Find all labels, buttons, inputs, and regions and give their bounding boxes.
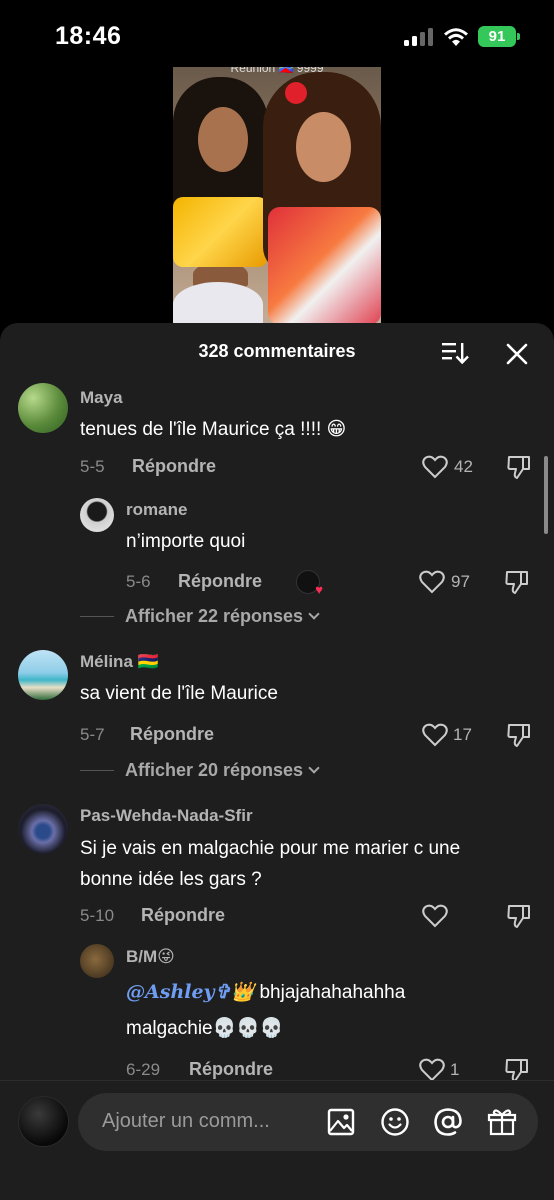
- comment-input[interactable]: Ajouter un comm...: [78, 1093, 538, 1151]
- comment-author[interactable]: B/M😜: [126, 947, 175, 967]
- reply-button[interactable]: Répondre: [178, 571, 262, 592]
- scrollbar[interactable]: [544, 456, 548, 534]
- avatar[interactable]: [80, 498, 114, 532]
- wifi-icon: [444, 28, 468, 46]
- close-icon[interactable]: [504, 341, 530, 367]
- show-replies-button[interactable]: Afficher 20 réponses: [125, 760, 320, 781]
- show-replies-button[interactable]: Afficher 22 réponses: [125, 606, 320, 627]
- comment-author[interactable]: Mélina 🇲🇺: [80, 652, 159, 672]
- mention-icon[interactable]: [433, 1107, 463, 1137]
- comment-text: sa vient de l'île Maurice: [80, 683, 278, 704]
- comment-text: tenues de l'île Maurice ça !!!! 😁: [80, 419, 347, 440]
- reply-button[interactable]: Répondre: [130, 724, 214, 745]
- comments-count-title: 328 commentaires: [198, 341, 356, 361]
- flower-icon: [285, 82, 307, 104]
- avatar[interactable]: [80, 944, 114, 978]
- like-count: 97: [451, 572, 470, 591]
- heart-icon[interactable]: [422, 904, 448, 928]
- avatar[interactable]: [18, 383, 68, 433]
- dislike-icon[interactable]: [506, 903, 532, 929]
- creator-liked-badge: [296, 570, 323, 597]
- signal-icon: [404, 28, 434, 46]
- comment-input-bar: Ajouter un comm...: [0, 1080, 554, 1200]
- heart-icon[interactable]: [419, 570, 445, 594]
- avatar[interactable]: [18, 804, 68, 854]
- like-count: 1: [450, 1060, 460, 1079]
- image-icon[interactable]: [326, 1107, 356, 1137]
- comment-text: @Ashley✞👑 bhjajahahahahha: [126, 981, 406, 1003]
- video-preview[interactable]: Réunion 🇷🇪 9999: [173, 67, 381, 325]
- comment-date: 5-6: [126, 572, 151, 591]
- chevron-down-icon: [308, 608, 320, 620]
- status-bar: 18:46 91: [0, 0, 554, 70]
- mention-link[interactable]: @Ashley✞👑: [126, 981, 254, 1003]
- avatar[interactable]: [18, 650, 68, 700]
- comment-text: bonne idée les gars ?: [80, 869, 262, 890]
- divider: [80, 770, 114, 771]
- user-avatar[interactable]: [18, 1096, 69, 1147]
- sheet-header: 328 commentaires: [0, 323, 554, 379]
- comment-date: 6-29: [126, 1060, 161, 1079]
- status-time: 18:46: [55, 22, 122, 50]
- comment-date: 5-7: [80, 725, 105, 744]
- heart-icon[interactable]: [419, 1058, 445, 1082]
- like-count: 17: [453, 725, 472, 744]
- gift-icon[interactable]: [487, 1107, 517, 1137]
- reply-button[interactable]: Répondre: [132, 456, 216, 477]
- chevron-down-icon: [308, 762, 320, 774]
- comment-date: 5-5: [80, 457, 105, 476]
- emoji-icon[interactable]: [380, 1107, 410, 1137]
- comment-date: 5-10: [80, 906, 115, 925]
- dislike-icon[interactable]: [506, 454, 532, 480]
- comment-author[interactable]: romane: [126, 500, 187, 520]
- comment-text: malgachie💀💀💀: [126, 1018, 284, 1039]
- dislike-icon[interactable]: [506, 722, 532, 748]
- sort-icon[interactable]: [441, 341, 469, 365]
- comment-author[interactable]: Maya: [80, 388, 123, 408]
- heart-icon[interactable]: [422, 455, 448, 479]
- divider: [80, 616, 114, 617]
- reply-button[interactable]: Répondre: [189, 1059, 273, 1080]
- comment-text: n’importe quoi: [126, 531, 246, 552]
- like-count: 42: [454, 457, 473, 476]
- heart-icon[interactable]: [422, 723, 448, 747]
- comments-sheet: 328 commentaires Maya tenues de l'île Ma…: [0, 323, 554, 1200]
- comment-text: Si je vais en malgachie pour me marier c…: [80, 838, 461, 859]
- comment-input-placeholder: Ajouter un comm...: [102, 1110, 270, 1132]
- reply-button[interactable]: Répondre: [141, 905, 225, 926]
- comment-author[interactable]: Pas-Wehda-Nada-Sfir: [80, 806, 253, 826]
- dislike-icon[interactable]: [504, 569, 530, 595]
- battery-indicator: 91: [478, 26, 520, 47]
- video-caption: Réunion 🇷🇪 9999: [230, 67, 324, 75]
